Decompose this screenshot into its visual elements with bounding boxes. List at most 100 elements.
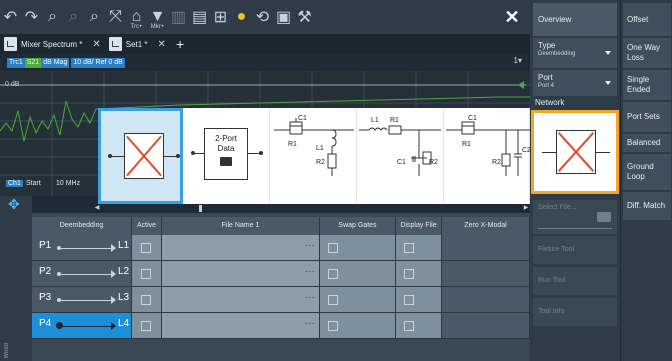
display-file-cell[interactable]	[396, 287, 442, 313]
svg-text:R1: R1	[390, 117, 399, 124]
scroll-right-icon[interactable]: ▶	[522, 204, 530, 213]
type-dropdown[interactable]: Type Deembedding	[533, 38, 617, 68]
deembedding-cell[interactable]: P2 L2	[32, 261, 132, 287]
active-checkbox[interactable]	[141, 243, 151, 253]
tab-mixer-spectrum[interactable]: Mixer Spectrum * ✕	[0, 34, 105, 54]
full-screen-icon[interactable]: ⤧	[105, 4, 126, 30]
trace-scale[interactable]: 10 dB/ Ref 0 dB	[71, 57, 125, 68]
browse-button[interactable]: ···	[305, 318, 315, 329]
close-button[interactable]: ✕	[500, 4, 524, 30]
table-row-selected[interactable]: P4 L4 ···	[32, 313, 530, 339]
trace-format[interactable]: dB Mag	[41, 57, 70, 68]
scroll-thumb[interactable]	[199, 205, 202, 212]
trace-menu-dropdown[interactable]: 1▾	[514, 56, 522, 65]
help-icon[interactable]: ●	[231, 4, 252, 30]
trace-parameter[interactable]: S21	[24, 57, 42, 68]
active-checkbox[interactable]	[141, 321, 151, 331]
swap-gates-cell[interactable]	[320, 287, 396, 313]
display-file-checkbox[interactable]	[404, 295, 414, 305]
port-sets-button[interactable]: Port Sets	[623, 102, 671, 132]
swap-gates-checkbox[interactable]	[328, 243, 338, 253]
deembedding-cell[interactable]: P4 L4	[32, 313, 132, 339]
tab-set1[interactable]: Set1 * ✕	[105, 34, 170, 54]
active-checkbox[interactable]	[141, 269, 151, 279]
scroll-left-icon[interactable]: ◀	[93, 204, 101, 213]
add-tab-button[interactable]: +	[176, 36, 184, 52]
display-file-checkbox[interactable]	[404, 321, 414, 331]
print-icon[interactable]: ▤	[189, 4, 210, 30]
zero-x-modal-cell[interactable]	[442, 287, 530, 313]
swap-gates-checkbox[interactable]	[328, 321, 338, 331]
swap-gates-checkbox[interactable]	[328, 295, 338, 305]
redo-icon[interactable]: ↷	[21, 4, 42, 30]
zoom-icon[interactable]: ⌕	[42, 4, 63, 30]
single-ended-button[interactable]: Single Ended	[623, 70, 671, 100]
offset-button[interactable]: Offset	[623, 3, 671, 36]
zoom-reset-icon[interactable]: ⌕	[63, 4, 84, 30]
screen-icon[interactable]: ▣	[273, 4, 294, 30]
display-file-checkbox[interactable]	[404, 269, 414, 279]
browse-button[interactable]: ···	[305, 266, 315, 277]
channel-label[interactable]: Ch1	[6, 180, 23, 187]
zero-x-modal-cell[interactable]	[442, 313, 530, 339]
display-file-cell[interactable]	[396, 261, 442, 287]
zero-x-modal-cell[interactable]	[442, 235, 530, 261]
display-file-cell[interactable]	[396, 235, 442, 261]
table-row[interactable]: P3 L3 ···	[32, 287, 530, 313]
svg-text:C2: C2	[522, 147, 530, 154]
file-name-cell[interactable]: ···	[162, 287, 320, 313]
active-cell[interactable]	[132, 287, 162, 313]
balanced-button[interactable]: Balanced	[623, 134, 671, 152]
select-file-button[interactable]: Select File...	[533, 200, 617, 234]
tool-info-button[interactable]: Tool Info	[533, 298, 617, 326]
network-card-2port-data[interactable]: 2-Port Data	[184, 108, 270, 204]
active-cell[interactable]	[132, 235, 162, 261]
browse-button[interactable]: ···	[305, 240, 315, 251]
marker-plus-icon[interactable]: ▼ Mkr+	[147, 4, 168, 30]
active-cell[interactable]	[132, 261, 162, 287]
display-file-checkbox[interactable]	[404, 243, 414, 253]
network-strip-scrollbar[interactable]: ◀ ▶	[93, 204, 530, 213]
swap-gates-cell[interactable]	[320, 261, 396, 287]
wrench-icon[interactable]: ⚒	[294, 4, 315, 30]
browse-button[interactable]: ···	[305, 292, 315, 303]
move-icon[interactable]: ✥	[8, 197, 22, 211]
port-dropdown[interactable]: Port Port 4	[533, 70, 617, 96]
tab-close-icon[interactable]: ✕	[92, 39, 100, 50]
deembedding-cell[interactable]: P1 L1	[32, 235, 132, 261]
swap-gates-checkbox[interactable]	[328, 269, 338, 279]
chevron-down-icon	[605, 51, 611, 55]
network-card-none[interactable]	[98, 108, 183, 204]
tab-close-icon[interactable]: ✕	[158, 39, 166, 50]
network-card-series-circuit[interactable]: L1 R1 C1 R2	[357, 108, 444, 204]
network-card-pi-circuit[interactable]: C1 R1 L1 R2	[270, 108, 357, 204]
selected-network-card[interactable]	[531, 110, 619, 194]
one-way-loss-button[interactable]: One Way Loss	[623, 38, 671, 68]
zero-x-modal-cell[interactable]	[442, 261, 530, 287]
table-row[interactable]: P2 L2 ···	[32, 261, 530, 287]
file-name-cell[interactable]: ···	[162, 261, 320, 287]
windows-icon[interactable]: ⊞	[210, 4, 231, 30]
trace-plus-icon[interactable]: ⌂ Trc+	[126, 4, 147, 30]
file-name-cell[interactable]: ···	[162, 235, 320, 261]
display-file-cell[interactable]	[396, 313, 442, 339]
setup-icon	[108, 37, 122, 51]
undo-icon[interactable]: ↶	[0, 4, 21, 30]
run-tool-button[interactable]: Run Tool	[533, 267, 617, 295]
deembedding-cell[interactable]: P3 L3	[32, 287, 132, 313]
fixture-tool-button[interactable]: Fixture Tool	[533, 236, 617, 264]
swap-gates-cell[interactable]	[320, 313, 396, 339]
active-checkbox[interactable]	[141, 295, 151, 305]
network-card-shunt-circuit[interactable]: C1 R1 R2 C2	[444, 108, 530, 204]
refresh-icon[interactable]: ⟲	[252, 4, 273, 30]
overview-button[interactable]: Overview	[533, 3, 617, 36]
swap-gates-cell[interactable]	[320, 235, 396, 261]
file-name-cell[interactable]: ···	[162, 313, 320, 339]
trace-name[interactable]: Trc1	[7, 57, 25, 68]
zoom-fit-icon[interactable]: ⌕	[84, 4, 105, 30]
diff-match-button[interactable]: Diff. Match	[623, 192, 671, 220]
table-row[interactable]: P1 L1 ···	[32, 235, 530, 261]
delete-icon[interactable]: ▥	[168, 4, 189, 30]
ground-loop-button[interactable]: Ground Loop	[623, 154, 671, 190]
active-cell[interactable]	[132, 313, 162, 339]
